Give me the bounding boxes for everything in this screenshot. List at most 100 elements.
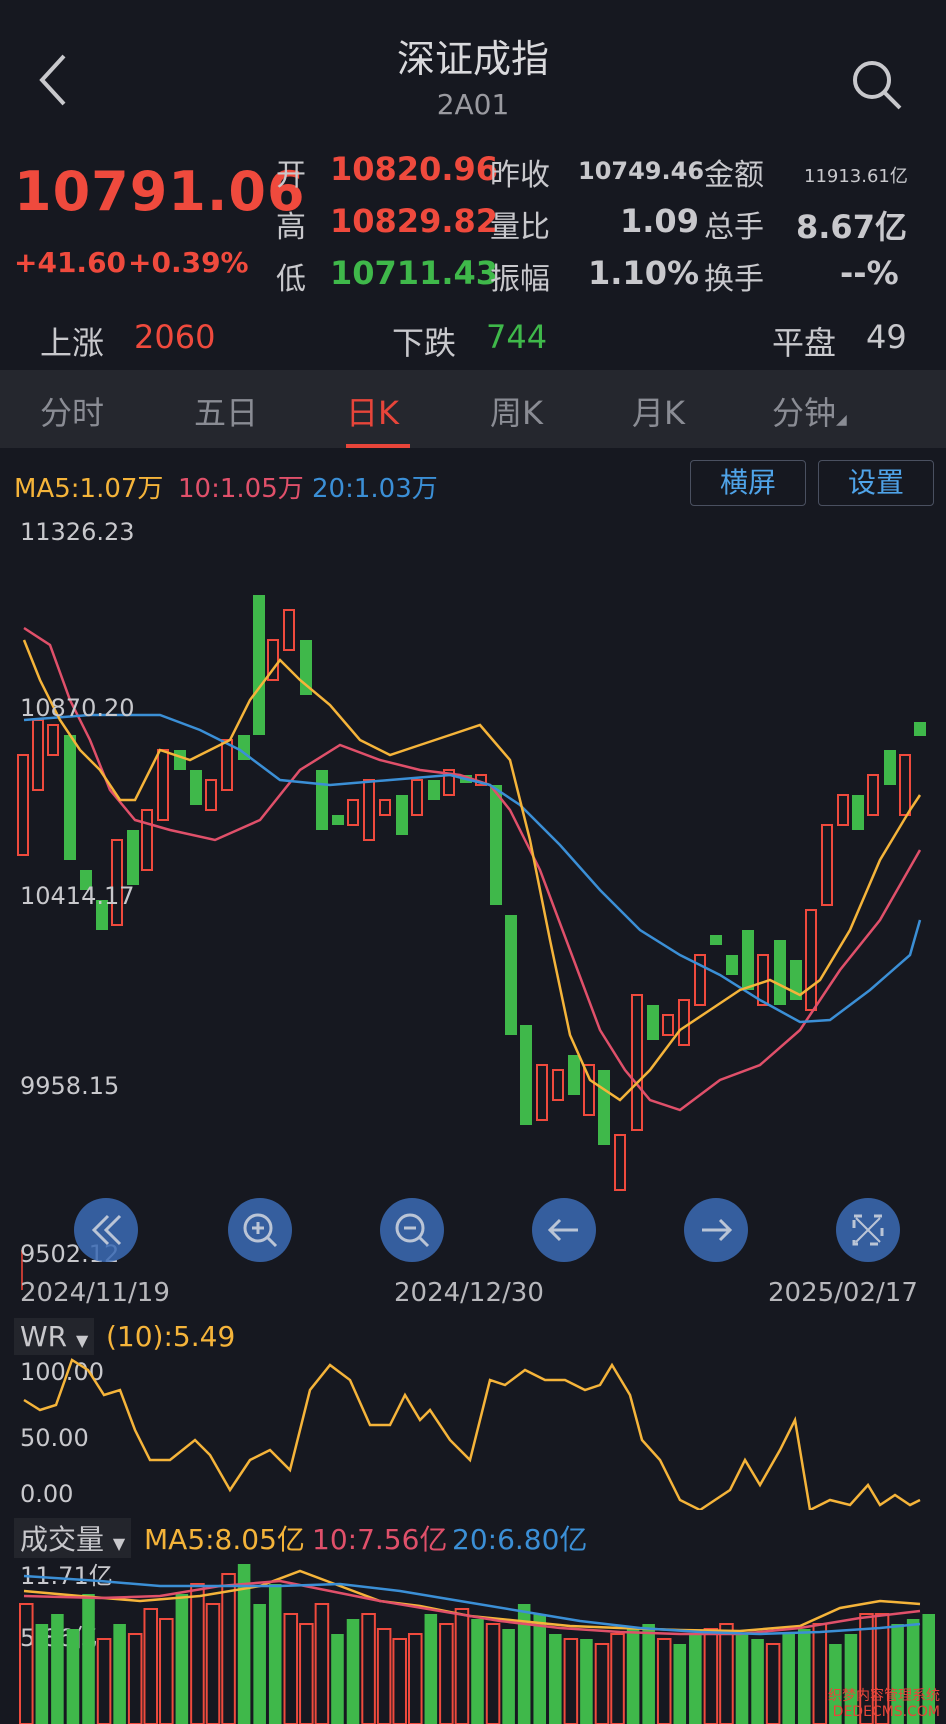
volume-bar — [703, 1628, 719, 1724]
volume-bar — [454, 1608, 470, 1724]
volume-bar — [610, 1633, 625, 1724]
period-tabs: 分时 五日 日K 周K 月K 分钟◢ — [0, 370, 946, 448]
volume-bar — [331, 1634, 344, 1724]
current-price: 10791.06 — [14, 160, 306, 223]
x-tick-end: 2025/02/17 — [768, 1278, 918, 1308]
volume-bar — [580, 1639, 593, 1724]
volume-bar — [35, 1624, 49, 1724]
amount-label: 金额 — [704, 158, 764, 193]
volume-bar — [689, 1634, 702, 1724]
scroll-right-button[interactable] — [684, 1198, 748, 1262]
dropdown-arrow-icon: ◢ — [836, 412, 847, 428]
total-hands-value: 8.67亿 — [796, 208, 907, 246]
landscape-button[interactable]: 横屏 — [690, 460, 806, 506]
volume-bar — [439, 1623, 454, 1724]
volume-bar — [283, 1613, 299, 1724]
search-icon[interactable] — [848, 56, 904, 112]
vol-ratio-value: 1.09 — [620, 202, 699, 240]
fullscreen-button[interactable] — [836, 1198, 900, 1262]
low-value: 10711.43 — [330, 254, 499, 292]
volume-bar — [797, 1629, 811, 1724]
rewind-button[interactable] — [74, 1198, 138, 1262]
volume-bar — [626, 1629, 640, 1724]
y-tick-3: 10414.17 — [20, 882, 135, 910]
volume-bar — [407, 1633, 423, 1724]
flat-count: 49 — [866, 318, 907, 356]
volume-bar — [471, 1619, 484, 1724]
high-value: 10829.82 — [330, 202, 499, 240]
tab-minute[interactable]: 分钟◢ — [772, 388, 847, 434]
volume-bar — [314, 1603, 330, 1724]
volume-bar — [765, 1643, 781, 1724]
ma20-legend: 20:1.03万 — [312, 474, 438, 504]
turnover-label: 换手 — [704, 262, 764, 297]
watermark-line1: 织梦内容管理系统 — [828, 1688, 940, 1704]
x-tick-mid: 2024/12/30 — [394, 1278, 544, 1308]
x-tick-start: 2024/11/19 — [20, 1278, 170, 1308]
zoom-out-icon — [395, 1213, 430, 1248]
left-arrow-icon — [547, 1218, 578, 1242]
volume-bar — [113, 1624, 126, 1724]
up-label: 上涨 — [40, 324, 105, 362]
volume-bar — [751, 1639, 764, 1724]
volume-bar — [673, 1644, 687, 1724]
total-hands-label: 总手 — [704, 210, 764, 245]
prev-close-label: 昨收 — [490, 158, 550, 193]
fullscreen-icon — [852, 1214, 884, 1246]
y-tick-4: 9958.15 — [20, 1072, 120, 1100]
tab-five-day[interactable]: 五日 — [194, 388, 258, 434]
zoom-out-button[interactable] — [380, 1198, 444, 1262]
tab-monthly-k[interactable]: 月K — [632, 388, 685, 434]
flat-label: 平盘 — [772, 324, 837, 362]
volume-bar — [127, 1633, 143, 1724]
right-arrow-icon — [702, 1218, 733, 1242]
watermark: 织梦内容管理系统 DEDECMS.COM — [828, 1688, 940, 1720]
volume-bar — [19, 1603, 34, 1724]
amplitude-label: 振幅 — [490, 262, 550, 297]
page-title: 深证成指 — [396, 37, 549, 81]
kline-chart[interactable] — [0, 510, 946, 1290]
ma5-legend: MA5:1.07万 — [14, 474, 164, 504]
volume-bar — [299, 1623, 314, 1724]
volume-bar — [812, 1623, 828, 1724]
amount-value: 11913.61亿 — [804, 166, 908, 187]
zoom-in-icon — [243, 1213, 278, 1248]
volume-bar — [424, 1614, 438, 1724]
y-tick-2: 10870.20 — [20, 694, 135, 722]
ma10-legend: 10:1.05万 — [178, 474, 304, 504]
volume-bar — [82, 1594, 95, 1724]
tab-daily-k[interactable]: 日K — [346, 388, 399, 434]
price-change: +41.60 — [14, 246, 127, 279]
open-label: 开 — [276, 158, 306, 193]
y-tick-top: 11326.23 — [20, 518, 135, 546]
volume-bar — [66, 1629, 80, 1724]
prev-close-value: 10749.46 — [578, 157, 705, 185]
volume-bar — [143, 1608, 159, 1724]
volume-bar — [719, 1623, 734, 1724]
volume-bar — [51, 1614, 64, 1724]
down-count: 744 — [486, 318, 548, 356]
amplitude-value: 1.10% — [588, 254, 700, 292]
open-value: 10820.96 — [330, 150, 499, 188]
tab-weekly-k[interactable]: 周K — [490, 388, 543, 434]
vol-ratio-label: 量比 — [490, 210, 550, 245]
turnover-value: --% — [840, 254, 899, 292]
active-tab-indicator — [346, 444, 410, 448]
volume-bar — [361, 1613, 376, 1724]
rewind-icon — [91, 1214, 122, 1246]
volume-bar — [205, 1603, 221, 1724]
volume-bar — [533, 1614, 547, 1724]
volume-bar — [549, 1634, 562, 1724]
scroll-left-button[interactable] — [532, 1198, 596, 1262]
volume-bar — [190, 1583, 205, 1724]
zoom-in-button[interactable] — [228, 1198, 292, 1262]
volume-chart — [19, 1564, 935, 1724]
settings-button[interactable]: 设置 — [818, 460, 934, 506]
tab-intraday[interactable]: 分时 — [40, 388, 104, 434]
volume-bar — [502, 1629, 515, 1724]
volume-bar — [563, 1638, 579, 1724]
up-count: 2060 — [134, 318, 216, 356]
volume-bar — [253, 1604, 266, 1724]
volume-bar — [392, 1638, 407, 1724]
volume-bar — [376, 1628, 392, 1724]
